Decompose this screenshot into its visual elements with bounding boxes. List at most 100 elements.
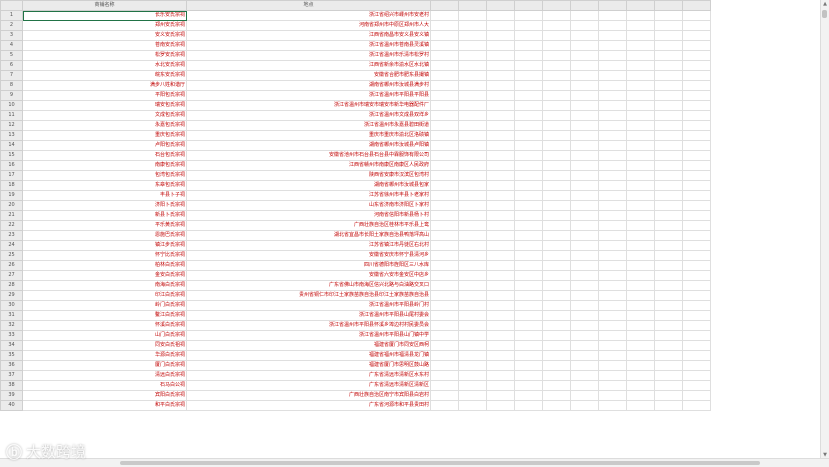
- empty-cell[interactable]: [542, 310, 571, 321]
- cell-name[interactable]: 鳌江白氏宗祠: [22, 310, 187, 321]
- empty-cell[interactable]: [626, 350, 655, 361]
- horizontal-scroll-thumb[interactable]: [120, 461, 760, 465]
- empty-cell[interactable]: [486, 210, 515, 221]
- column-header[interactable]: [458, 0, 487, 11]
- cell-location[interactable]: 湖北省宜昌市长阳土家族自治县鸭落坪高山: [186, 230, 431, 241]
- empty-cell[interactable]: [542, 10, 571, 21]
- vertical-scroll-thumb[interactable]: [822, 10, 827, 18]
- empty-cell[interactable]: [458, 400, 487, 411]
- column-header[interactable]: [514, 0, 543, 11]
- empty-cell[interactable]: [598, 20, 627, 31]
- empty-cell[interactable]: [430, 60, 459, 71]
- empty-cell[interactable]: [570, 140, 599, 151]
- empty-cell[interactable]: [570, 300, 599, 311]
- empty-cell[interactable]: [458, 140, 487, 151]
- empty-cell[interactable]: [430, 110, 459, 121]
- cell-location[interactable]: 广东省清远市清新区清新区: [186, 380, 431, 391]
- row-number[interactable]: 24: [0, 240, 23, 251]
- row-number[interactable]: 37: [0, 370, 23, 381]
- empty-cell[interactable]: [430, 210, 459, 221]
- cell-name[interactable]: 新县卜氏宗祠: [22, 210, 187, 221]
- cell-name[interactable]: 华源白氏宗祠: [22, 350, 187, 361]
- empty-cell[interactable]: [626, 10, 655, 21]
- empty-cell[interactable]: [430, 340, 459, 351]
- empty-cell[interactable]: [486, 260, 515, 271]
- empty-cell[interactable]: [654, 280, 683, 291]
- empty-cell[interactable]: [598, 310, 627, 321]
- empty-cell[interactable]: [542, 160, 571, 171]
- empty-cell[interactable]: [514, 260, 543, 271]
- empty-cell[interactable]: [598, 290, 627, 301]
- empty-cell[interactable]: [430, 30, 459, 41]
- empty-cell[interactable]: [598, 230, 627, 241]
- cell-name[interactable]: 郑州安氏宗祠: [22, 20, 187, 31]
- cell-name[interactable]: 平阳包氏宗祠: [22, 90, 187, 101]
- empty-cell[interactable]: [486, 230, 515, 241]
- empty-cell[interactable]: [486, 190, 515, 201]
- cell-location[interactable]: 福建省厦门市思明区鼓山路: [186, 360, 431, 371]
- column-header[interactable]: [626, 0, 655, 11]
- empty-cell[interactable]: [458, 310, 487, 321]
- empty-cell[interactable]: [458, 170, 487, 181]
- row-number[interactable]: 11: [0, 110, 23, 121]
- empty-cell[interactable]: [542, 240, 571, 251]
- cell-location[interactable]: 湖南省郴州市汝城县包家: [186, 180, 431, 191]
- empty-cell[interactable]: [486, 180, 515, 191]
- cell-name[interactable]: 满步八姓和谐厅: [22, 80, 187, 91]
- empty-cell[interactable]: [682, 390, 711, 401]
- empty-cell[interactable]: [430, 300, 459, 311]
- cell-location[interactable]: 河南省信阳市新县杨卜村: [186, 210, 431, 221]
- empty-cell[interactable]: [430, 360, 459, 371]
- empty-cell[interactable]: [654, 290, 683, 301]
- empty-cell[interactable]: [626, 210, 655, 221]
- cell-location[interactable]: 福建省厦门市同安区西柯: [186, 340, 431, 351]
- vertical-scrollbar[interactable]: ▲ ▼: [820, 0, 829, 459]
- cell-location[interactable]: 浙江省温州市平阳县怀溪乡埠边村村民委员会: [186, 320, 431, 331]
- empty-cell[interactable]: [542, 90, 571, 101]
- empty-cell[interactable]: [542, 180, 571, 191]
- empty-cell[interactable]: [570, 170, 599, 181]
- empty-cell[interactable]: [486, 70, 515, 81]
- cell-location[interactable]: 贵州省铜仁市印江土家族苗族自治县印江土家族苗族自治县: [186, 290, 431, 301]
- empty-cell[interactable]: [458, 260, 487, 271]
- empty-cell[interactable]: [598, 200, 627, 211]
- cell-name[interactable]: 水北安氏宗祠: [22, 60, 187, 71]
- empty-cell[interactable]: [542, 120, 571, 131]
- cell-location[interactable]: 四川省德阳市旌阳区三八水库: [186, 260, 431, 271]
- empty-cell[interactable]: [626, 100, 655, 111]
- cell-name[interactable]: 印江白氏宗祠: [22, 290, 187, 301]
- empty-cell[interactable]: [514, 150, 543, 161]
- cell-name[interactable]: 南海白氏宗祠: [22, 280, 187, 291]
- empty-cell[interactable]: [430, 370, 459, 381]
- empty-cell[interactable]: [654, 100, 683, 111]
- empty-cell[interactable]: [458, 150, 487, 161]
- column-header-name[interactable]: 商铺名称: [22, 0, 187, 11]
- empty-cell[interactable]: [430, 180, 459, 191]
- cell-name[interactable]: 重庆包氏宗祠: [22, 130, 187, 141]
- cell-name[interactable]: 岭门白氏宗祠: [22, 300, 187, 311]
- empty-cell[interactable]: [682, 330, 711, 341]
- empty-cell[interactable]: [486, 160, 515, 171]
- empty-cell[interactable]: [486, 20, 515, 31]
- empty-cell[interactable]: [682, 230, 711, 241]
- empty-cell[interactable]: [542, 280, 571, 291]
- empty-cell[interactable]: [542, 40, 571, 51]
- empty-cell[interactable]: [430, 350, 459, 361]
- empty-cell[interactable]: [486, 80, 515, 91]
- empty-cell[interactable]: [430, 330, 459, 341]
- empty-cell[interactable]: [486, 60, 515, 71]
- column-header[interactable]: [682, 0, 711, 11]
- empty-cell[interactable]: [682, 150, 711, 161]
- empty-cell[interactable]: [458, 250, 487, 261]
- empty-cell[interactable]: [430, 190, 459, 201]
- empty-cell[interactable]: [514, 80, 543, 91]
- empty-cell[interactable]: [626, 170, 655, 181]
- row-number[interactable]: 40: [0, 400, 23, 411]
- column-header[interactable]: [570, 0, 599, 11]
- empty-cell[interactable]: [626, 200, 655, 211]
- empty-cell[interactable]: [458, 380, 487, 391]
- empty-cell[interactable]: [654, 370, 683, 381]
- empty-cell[interactable]: [626, 360, 655, 371]
- empty-cell[interactable]: [570, 70, 599, 81]
- column-header[interactable]: [542, 0, 571, 11]
